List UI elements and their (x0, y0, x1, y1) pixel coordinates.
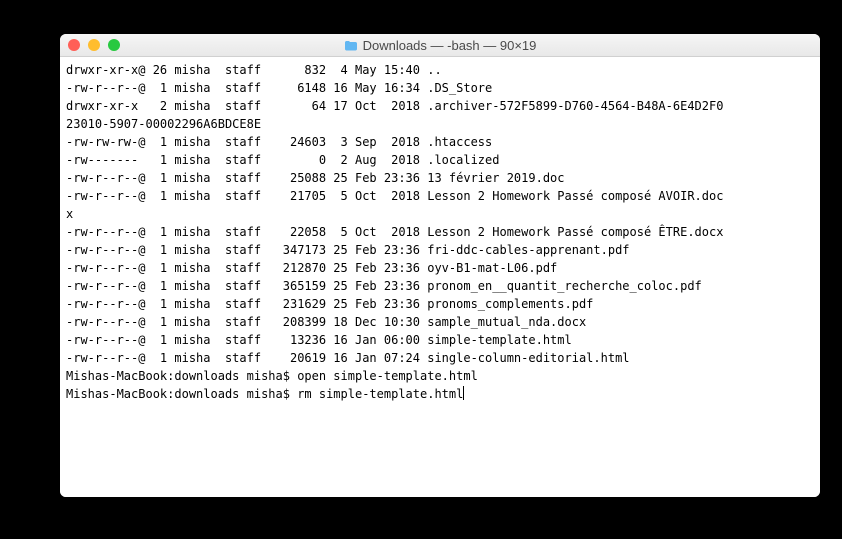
folder-icon (344, 40, 358, 51)
prompt-line[interactable]: Mishas-MacBook:downloads misha$ open sim… (66, 367, 814, 385)
listing-row: -rw-r--r--@ 1 misha staff 6148 16 May 16… (66, 79, 814, 97)
listing-row: -rw-r--r--@ 1 misha staff 365159 25 Feb … (66, 277, 814, 295)
close-icon[interactable] (68, 39, 80, 51)
listing-row: -rw-r--r--@ 1 misha staff 21705 5 Oct 20… (66, 187, 814, 205)
listing-row: -rw-r--r--@ 1 misha staff 212870 25 Feb … (66, 259, 814, 277)
minimize-icon[interactable] (88, 39, 100, 51)
listing-row: drwxr-xr-x@ 26 misha staff 832 4 May 15:… (66, 61, 814, 79)
listing-row: -rw-r--r--@ 1 misha staff 13236 16 Jan 0… (66, 331, 814, 349)
listing-row: drwxr-xr-x 2 misha staff 64 17 Oct 2018 … (66, 97, 814, 115)
listing-row: -rw-r--r--@ 1 misha staff 208399 18 Dec … (66, 313, 814, 331)
terminal-window: Downloads — -bash — 90×19 drwxr-xr-x@ 26… (60, 34, 820, 497)
window-title-text: Downloads — -bash — 90×19 (363, 38, 537, 53)
listing-row: -rw------- 1 misha staff 0 2 Aug 2018 .l… (66, 151, 814, 169)
zoom-icon[interactable] (108, 39, 120, 51)
listing-row: -rw-r--r--@ 1 misha staff 20619 16 Jan 0… (66, 349, 814, 367)
listing-row: -rw-r--r--@ 1 misha staff 231629 25 Feb … (66, 295, 814, 313)
listing-row: -rw-r--r--@ 1 misha staff 25088 25 Feb 2… (66, 169, 814, 187)
prompt-line[interactable]: Mishas-MacBook:downloads misha$ rm simpl… (66, 385, 814, 403)
listing-row: -rw-rw-rw-@ 1 misha staff 24603 3 Sep 20… (66, 133, 814, 151)
titlebar: Downloads — -bash — 90×19 (60, 34, 820, 57)
text-cursor (463, 386, 464, 400)
listing-row: 23010-5907-00002296A6BDCE8E (66, 115, 814, 133)
terminal-body[interactable]: drwxr-xr-x@ 26 misha staff 832 4 May 15:… (60, 57, 820, 497)
listing-row: -rw-r--r--@ 1 misha staff 22058 5 Oct 20… (66, 223, 814, 241)
window-title: Downloads — -bash — 90×19 (60, 38, 820, 53)
traffic-lights (68, 39, 120, 51)
listing-row: -rw-r--r--@ 1 misha staff 347173 25 Feb … (66, 241, 814, 259)
listing-row: x (66, 205, 814, 223)
